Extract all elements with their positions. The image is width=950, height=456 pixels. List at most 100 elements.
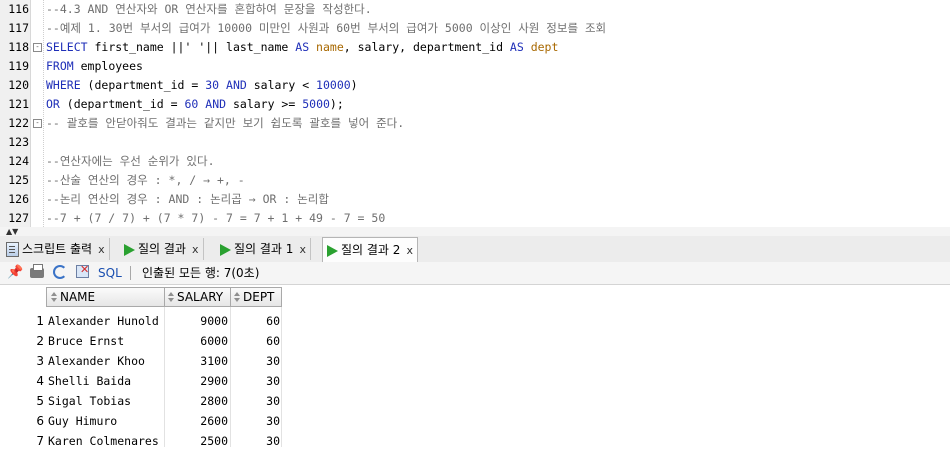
column-header-salary[interactable]: SALARY (164, 287, 231, 307)
run-icon (327, 244, 338, 257)
pin-icon[interactable]: 📌 (7, 265, 23, 281)
editor-lines[interactable]: 116 --4.3 AND 연산자와 OR 연산자를 혼합하여 문장을 작성한다.… (0, 0, 950, 227)
cell-dept[interactable]: 60 (232, 331, 280, 351)
row-number: 2 (36, 334, 44, 348)
sql-button[interactable]: SQL (98, 263, 122, 283)
code-text[interactable]: --연산자에는 우선 순위가 있다. (46, 152, 215, 171)
cell-name[interactable]: Alexander Khoo (48, 351, 162, 371)
code-line[interactable]: 126 --논리 연산의 경우 : AND : 논리곱 → OR : 논리합 (0, 190, 950, 209)
tab-close-icon[interactable]: x (406, 244, 413, 257)
cell-salary[interactable]: 6000 (165, 331, 228, 351)
sort-icon[interactable] (234, 292, 241, 303)
tab-label: 스크립트 출력 (22, 242, 93, 256)
tab-query-result-1[interactable]: 질의 결과 1 x (216, 238, 311, 260)
table-row[interactable]: 1 Alexander Hunold 9000 60 (0, 311, 282, 331)
cell-salary[interactable]: 2800 (165, 391, 228, 411)
code-line[interactable]: 122- -- 괄호를 안닫아줘도 결과는 같지만 보기 쉽도록 괄호를 넣어 준… (0, 114, 950, 133)
code-token: name (316, 40, 344, 54)
code-line[interactable]: 124 --연산자에는 우선 순위가 있다. (0, 152, 950, 171)
table-row[interactable]: 4 Shelli Baida 2900 30 (0, 371, 282, 391)
cell-salary[interactable]: 3100 (165, 351, 228, 371)
table-row[interactable]: 7 Karen Colmenares 2500 30 (0, 431, 282, 451)
cell-name[interactable]: Sigal Tobias (48, 391, 162, 411)
row-number: 4 (36, 374, 44, 388)
code-token: -- 괄호를 안닫아줘도 결과는 같지만 보기 쉽도록 괄호를 넣어 준다. (46, 116, 405, 130)
code-text[interactable]: --산술 연산의 경우 : *, / → +, - (46, 171, 245, 190)
sort-icon[interactable] (168, 292, 175, 303)
code-line[interactable]: 127 --7 + (7 / 7) + (7 * 7) - 7 = 7 + 1 +… (0, 209, 950, 227)
code-line[interactable]: 118- SELECT first_name ||' '|| last_name … (0, 38, 950, 57)
code-token: ) (350, 78, 358, 92)
pane-splitter[interactable]: ▲▼ (0, 227, 950, 236)
line-number: 123 (8, 135, 29, 149)
table-row[interactable]: 2 Bruce Ernst 6000 60 (0, 331, 282, 351)
cell-name[interactable]: Shelli Baida (48, 371, 162, 391)
row-number: 1 (36, 314, 44, 328)
cell-salary[interactable]: 9000 (165, 311, 228, 331)
code-text[interactable]: FROM employees (46, 57, 143, 76)
fold-toggle-icon[interactable]: - (33, 119, 42, 128)
cell-dept[interactable]: 30 (232, 431, 280, 451)
line-number: 127 (8, 211, 29, 225)
cancel-query-icon[interactable] (76, 263, 89, 278)
row-number: 7 (36, 434, 44, 448)
cell-salary[interactable]: 2900 (165, 371, 228, 391)
code-token: WHERE (46, 78, 88, 92)
tab-script-output[interactable]: 스크립트 출력 x (2, 238, 110, 260)
code-text[interactable]: WHERE (department_id = 30 AND salary < 1… (46, 76, 358, 95)
tab-close-icon[interactable]: x (299, 243, 306, 256)
code-line[interactable]: 123 (0, 133, 950, 152)
code-line[interactable]: 121 OR (department_id = 60 AND salary >= … (0, 95, 950, 114)
code-token: AS (509, 40, 531, 54)
code-token: AS (295, 40, 317, 54)
script-output-icon (6, 242, 19, 257)
cell-name[interactable]: Guy Himuro (48, 411, 162, 431)
cell-dept[interactable]: 30 (232, 411, 280, 431)
sort-icon[interactable] (51, 292, 58, 303)
row-number: 3 (36, 354, 44, 368)
code-line[interactable]: 116 --4.3 AND 연산자와 OR 연산자를 혼합하여 문장을 작성한다. (0, 0, 950, 19)
print-icon[interactable] (30, 264, 44, 278)
column-header-dept[interactable]: DEPT (230, 287, 282, 307)
collapse-arrows-icon[interactable]: ▲▼ (6, 227, 18, 236)
table-row[interactable]: 6 Guy Himuro 2600 30 (0, 411, 282, 431)
code-token: --연산자에는 우선 순위가 있다. (46, 154, 215, 168)
tab-close-icon[interactable]: x (98, 243, 105, 256)
code-token: salary >= (232, 97, 303, 111)
tab-query-result[interactable]: 질의 결과 x (120, 238, 204, 260)
code-text[interactable]: --7 + (7 / 7) + (7 * 7) - 7 = 7 + 1 + 49… (46, 209, 385, 227)
cell-dept[interactable]: 30 (232, 371, 280, 391)
cell-name[interactable]: Alexander Hunold (48, 311, 162, 331)
code-token: --예제 1. 30번 부서의 급여가 10000 미만인 사원과 60번 부서… (46, 21, 607, 35)
table-row[interactable]: 3 Alexander Khoo 3100 30 (0, 351, 282, 371)
code-line[interactable]: 117 --예제 1. 30번 부서의 급여가 10000 미만인 사원과 60번… (0, 19, 950, 38)
code-line[interactable]: 125 --산술 연산의 경우 : *, / → +, - (0, 171, 950, 190)
line-number: 125 (8, 173, 29, 187)
sql-editor[interactable]: 116 --4.3 AND 연산자와 OR 연산자를 혼합하여 문장을 작성한다.… (0, 0, 950, 228)
code-text[interactable]: --4.3 AND 연산자와 OR 연산자를 혼합하여 문장을 작성한다. (46, 0, 372, 19)
code-text[interactable]: --논리 연산의 경우 : AND : 논리곱 → OR : 논리합 (46, 190, 329, 209)
cell-salary[interactable]: 2500 (165, 431, 228, 451)
tab-close-icon[interactable]: x (192, 243, 199, 256)
code-text[interactable]: SELECT first_name ||' '|| last_name AS n… (46, 38, 558, 57)
cell-name[interactable]: Bruce Ernst (48, 331, 162, 351)
cell-dept[interactable]: 30 (232, 391, 280, 411)
refresh-icon[interactable] (53, 265, 67, 279)
cell-dept[interactable]: 30 (232, 351, 280, 371)
line-number: 122 (8, 116, 29, 130)
table-row[interactable]: 5 Sigal Tobias 2800 30 (0, 391, 282, 411)
column-header-name[interactable]: NAME (46, 287, 165, 307)
code-line[interactable]: 119 FROM employees (0, 57, 950, 76)
results-grid[interactable]: NAME SALARY DEPT 1 Alexander Hunold 9000 60… (0, 285, 950, 456)
cell-name[interactable]: Karen Colmenares (48, 431, 162, 451)
code-token: FROM (46, 59, 81, 73)
tab-query-result-2[interactable]: 질의 결과 2 x (322, 237, 418, 263)
fold-toggle-icon[interactable]: - (33, 43, 42, 52)
code-text[interactable]: --예제 1. 30번 부서의 급여가 10000 미만인 사원과 60번 부서… (46, 19, 606, 38)
line-number: 121 (8, 97, 29, 111)
code-line[interactable]: 120 WHERE (department_id = 30 AND salary … (0, 76, 950, 95)
cell-salary[interactable]: 2600 (165, 411, 228, 431)
cell-dept[interactable]: 60 (232, 311, 280, 331)
code-text[interactable]: -- 괄호를 안닫아줘도 결과는 같지만 보기 쉽도록 괄호를 넣어 준다. (46, 114, 404, 133)
code-text[interactable]: OR (department_id = 60 AND salary >= 500… (46, 95, 344, 114)
